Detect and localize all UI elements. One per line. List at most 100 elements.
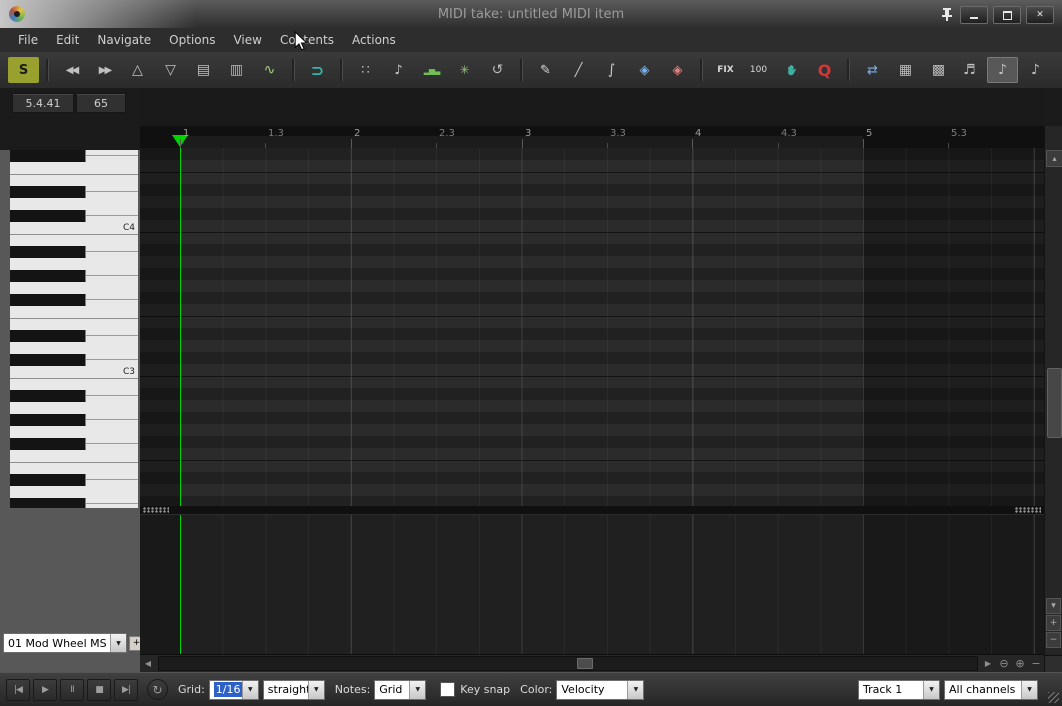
- piano-key-a2[interactable]: [10, 402, 138, 414]
- item-row-as2[interactable]: [180, 388, 863, 400]
- item-row-c3[interactable]: [180, 364, 863, 376]
- item-row-ds4[interactable]: [180, 184, 863, 196]
- piano-key-d4[interactable]: [10, 198, 138, 210]
- item-row-ds3[interactable]: [180, 328, 863, 340]
- piano-key-fs3[interactable]: [10, 294, 138, 306]
- combo-arrow-icon[interactable]: ▼: [409, 681, 425, 699]
- menu-actions[interactable]: Actions: [344, 30, 404, 50]
- cc-lane[interactable]: [140, 514, 1044, 656]
- cc-lane-menu-button[interactable]: ▾: [1046, 598, 1061, 614]
- piano-key-cs3[interactable]: [10, 354, 138, 366]
- piano-key-cs4[interactable]: [10, 210, 138, 222]
- item-row-c4[interactable]: [180, 220, 863, 232]
- piano-key-f3[interactable]: [10, 306, 138, 318]
- track-select[interactable]: Track 1 ▼: [858, 680, 940, 700]
- piano-key-e2[interactable]: [10, 462, 138, 474]
- combo-arrow-icon[interactable]: ▼: [627, 681, 643, 699]
- item-row-fs4[interactable]: [180, 148, 863, 160]
- key-snap-checkbox[interactable]: [440, 682, 455, 697]
- piano-key-ds4[interactable]: [10, 186, 138, 198]
- zoom-out-button[interactable]: ⊖: [996, 656, 1012, 671]
- next-note-button[interactable]: ▽: [155, 57, 186, 83]
- vertical-scrollbar[interactable]: ▴ ▾ + −: [1044, 126, 1062, 672]
- minimize-button[interactable]: [960, 6, 988, 24]
- item-row-as3[interactable]: [180, 244, 863, 256]
- piano-key-g3[interactable]: [10, 282, 138, 294]
- item-row-e2[interactable]: [180, 460, 863, 472]
- piano-key-as3[interactable]: [10, 246, 138, 258]
- event-list-button[interactable]: ▤: [188, 57, 219, 83]
- go-to-end-button[interactable]: ▶|: [114, 679, 138, 701]
- piano-key-c4[interactable]: C4: [10, 222, 138, 234]
- horizontal-scrollbar[interactable]: ◀ ▶ ⊖ ⊕ −: [140, 654, 1044, 672]
- menu-file[interactable]: File: [10, 30, 46, 50]
- piano-key-e3[interactable]: [10, 318, 138, 330]
- draw-ramp-button[interactable]: ∿: [254, 57, 285, 83]
- piano-key-e4[interactable]: [10, 174, 138, 186]
- velocity-100-button[interactable]: 100: [743, 57, 774, 83]
- collapse-lane-button[interactable]: −: [1028, 656, 1044, 671]
- item-row-e3[interactable]: [180, 316, 863, 328]
- note-length-quarter-button[interactable]: ♩: [1053, 57, 1062, 83]
- item-row-d3[interactable]: [180, 340, 863, 352]
- piano-key-as2[interactable]: [10, 390, 138, 402]
- draw-note-button[interactable]: ✎: [530, 57, 561, 83]
- stop-button[interactable]: ■: [87, 679, 111, 701]
- split-notes-button[interactable]: ✳: [449, 57, 480, 83]
- note-grid[interactable]: [140, 148, 1044, 506]
- zoom-in-button[interactable]: ⊕: [1012, 656, 1028, 671]
- lock-note-button[interactable]: ♪: [383, 57, 414, 83]
- item-row-gs3[interactable]: [180, 268, 863, 280]
- item-row-fs3[interactable]: [180, 292, 863, 304]
- item-row-cs3[interactable]: [180, 352, 863, 364]
- resize-grip[interactable]: [1048, 692, 1059, 703]
- notes-size-select[interactable]: Grid ▼: [374, 680, 426, 700]
- combo-arrow-icon[interactable]: ▼: [242, 681, 258, 699]
- cc-zoom-in-button[interactable]: +: [1046, 615, 1061, 631]
- item-row-a3[interactable]: [180, 256, 863, 268]
- item-row-a2[interactable]: [180, 400, 863, 412]
- splitter-grip-right[interactable]: [1015, 507, 1041, 513]
- grid-swing-select[interactable]: straight ▼: [263, 680, 325, 700]
- item-row-f3[interactable]: [180, 304, 863, 316]
- lane-splitter[interactable]: [140, 506, 1044, 514]
- item-row-fs2[interactable]: [180, 436, 863, 448]
- next-measure-button[interactable]: ▶▶: [89, 57, 120, 83]
- hand-scroll-button[interactable]: [776, 57, 807, 83]
- grid-quantize-button[interactable]: ▦: [890, 57, 921, 83]
- combo-arrow-icon[interactable]: ▼: [308, 681, 324, 699]
- select-events-button[interactable]: ∷: [350, 57, 381, 83]
- cc-lane-select[interactable]: 01 Mod Wheel MS ▼: [3, 633, 127, 653]
- piano-key-b3[interactable]: [10, 234, 138, 246]
- note-length-sixteenth-button[interactable]: ♬: [954, 57, 985, 83]
- dock-pin-icon[interactable]: [939, 7, 955, 23]
- piano-key-cs2[interactable]: [10, 498, 138, 508]
- item-row-g2[interactable]: [180, 424, 863, 436]
- piano-key-d3[interactable]: [10, 342, 138, 354]
- color-mode-select[interactable]: Velocity ▼: [556, 680, 644, 700]
- piano-key-gs2[interactable]: [10, 414, 138, 426]
- draw-line-button[interactable]: ╱: [563, 57, 594, 83]
- play-button[interactable]: ▶: [33, 679, 57, 701]
- channel-filter-select[interactable]: All channels ▼: [944, 680, 1038, 700]
- velocity-bars-button[interactable]: ▂▅▃: [416, 57, 447, 83]
- menu-view[interactable]: View: [225, 30, 269, 50]
- scroll-right-button[interactable]: ▶: [980, 656, 996, 671]
- combo-arrow-icon[interactable]: ▼: [923, 681, 939, 699]
- maximize-button[interactable]: [993, 6, 1021, 24]
- vscroll-thumb[interactable]: [1047, 368, 1062, 438]
- note-start-handle-button[interactable]: ◈: [629, 57, 660, 83]
- item-row-cs2[interactable]: [180, 496, 863, 506]
- scroll-left-button[interactable]: ◀: [140, 656, 156, 671]
- item-row-cs4[interactable]: [180, 208, 863, 220]
- item-row-e4[interactable]: [180, 172, 863, 184]
- piano-key-c3[interactable]: C3: [10, 366, 138, 378]
- item-row-f2[interactable]: [180, 448, 863, 460]
- item-row-b3[interactable]: [180, 232, 863, 244]
- grid-size-select[interactable]: 1/16 ▼: [209, 680, 259, 700]
- fix-overlap-button[interactable]: FIX: [710, 57, 741, 83]
- prev-note-button[interactable]: △: [122, 57, 153, 83]
- humanize-button[interactable]: ▩: [923, 57, 954, 83]
- menu-options[interactable]: Options: [161, 30, 223, 50]
- piano-key-ds2[interactable]: [10, 474, 138, 486]
